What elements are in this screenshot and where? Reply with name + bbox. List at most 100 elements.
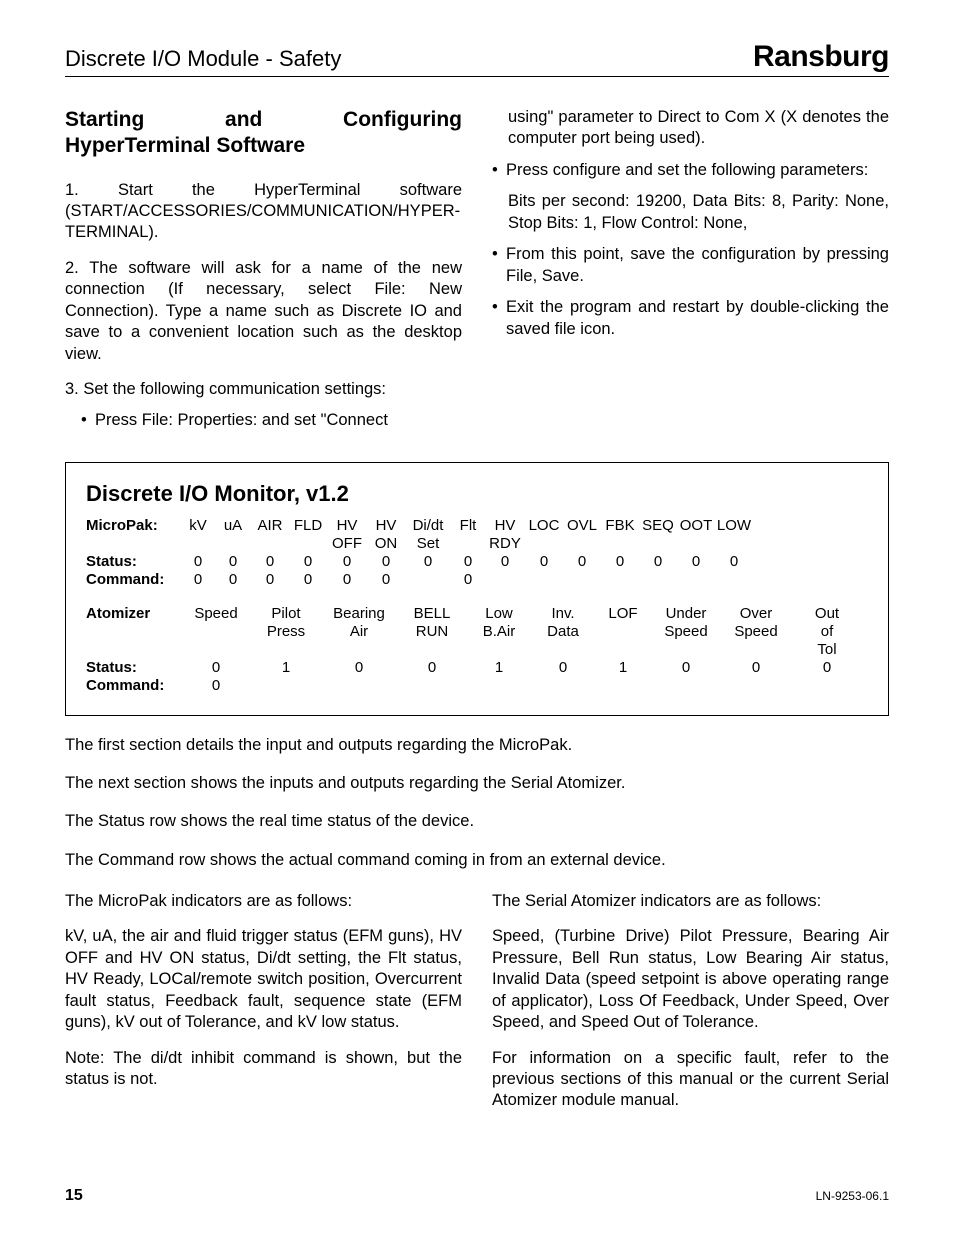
- cell-value: 0: [251, 571, 289, 589]
- section-heading: Starting and Configuring HyperTerminal S…: [65, 107, 462, 160]
- col-header: LOF: [595, 605, 651, 659]
- mp-indicators-list: kV, uA, the air and fluid trigger status…: [65, 926, 462, 1033]
- at-fault-info: For information on a specific fault, ref…: [492, 1048, 889, 1112]
- micropak-command-label: Command:: [86, 571, 181, 589]
- col-header: BearingAir: [321, 605, 397, 659]
- cell-value: 0: [525, 553, 563, 571]
- col-header: LOC: [525, 517, 563, 553]
- col-header: AIR: [251, 517, 289, 553]
- col-header: LOW: [715, 517, 753, 553]
- step-3: 3. Set the following communication setti…: [65, 379, 462, 400]
- cell-value: 0: [181, 571, 215, 589]
- bullet-text: Press configure and set the following pa…: [506, 160, 889, 181]
- cell-value: 1: [467, 659, 531, 677]
- cell-value: 0: [289, 553, 327, 571]
- bullet-press-configure: • Press configure and set the following …: [492, 160, 889, 181]
- document-id: LN-9253-06.1: [816, 1189, 889, 1203]
- cell-value: [715, 571, 753, 589]
- col-header: LowB.Air: [467, 605, 531, 659]
- cell-value: 0: [181, 677, 251, 695]
- bullet-icon: •: [81, 410, 95, 431]
- cell-value: 0: [367, 571, 405, 589]
- cell-value: 0: [715, 553, 753, 571]
- bottom-right-column: The Serial Atomizer indicators are as fo…: [492, 891, 889, 1126]
- desc-p3: The Status row shows the real time statu…: [65, 810, 889, 832]
- col-header: OVL: [563, 517, 601, 553]
- cell-value: 0: [181, 553, 215, 571]
- cell-value: [677, 571, 715, 589]
- micropak-status-label: Status:: [86, 553, 181, 571]
- at-indicators-list: Speed, (Turbine Drive) Pilot Pressure, B…: [492, 926, 889, 1033]
- col-header: OverSpeed: [721, 605, 791, 659]
- cell-value: 0: [251, 553, 289, 571]
- cell-value: [321, 677, 397, 695]
- cell-value: [721, 677, 791, 695]
- cell-value: [791, 677, 863, 695]
- atomizer-label: Atomizer: [86, 605, 181, 659]
- col-header: kV: [181, 517, 215, 553]
- params-text: Bits per second: 19200, Data Bits: 8, Pa…: [508, 191, 889, 234]
- bullet-text: From this point, save the configuration …: [506, 244, 889, 287]
- cell-value: 0: [405, 553, 451, 571]
- left-column: Starting and Configuring HyperTerminal S…: [65, 107, 462, 442]
- page-footer: 15 LN-9253-06.1: [65, 1187, 889, 1205]
- cell-value: [531, 677, 595, 695]
- col-header: SEQ: [639, 517, 677, 553]
- bullet-exit-restart: • Exit the program and restart by double…: [492, 297, 889, 340]
- brand-logo: Ransburg: [753, 40, 889, 74]
- bullet-file-properties: • Press File: Properties: and set "Conne…: [81, 410, 462, 431]
- cell-value: 0: [531, 659, 595, 677]
- bullet-icon: •: [492, 160, 506, 181]
- col-header: Speed: [181, 605, 251, 659]
- atomizer-command-label: Command:: [86, 677, 181, 695]
- cell-value: 0: [639, 553, 677, 571]
- cell-value: 0: [677, 553, 715, 571]
- cell-value: 0: [327, 553, 367, 571]
- cell-value: [525, 571, 563, 589]
- bullet-save-config: • From this point, save the configuratio…: [492, 244, 889, 287]
- desc-p4: The Command row shows the actual command…: [65, 849, 889, 871]
- step-2: 2. The software will ask for a name of t…: [65, 258, 462, 365]
- cell-value: 0: [451, 553, 485, 571]
- micropak-table: MicroPak: kVuAAIRFLDHVOFFHVONDi/dtSetFlt…: [86, 517, 868, 589]
- cell-value: 0: [289, 571, 327, 589]
- bullet-icon: •: [492, 244, 506, 287]
- step-1: 1. Start the HyperTerminal software (STA…: [65, 180, 462, 244]
- cell-value: 0: [215, 553, 251, 571]
- cell-value: 0: [721, 659, 791, 677]
- col-header: OOT: [677, 517, 715, 553]
- col-header: OutofTol: [791, 605, 863, 659]
- cell-value: [651, 677, 721, 695]
- at-indicators-intro: The Serial Atomizer indicators are as fo…: [492, 891, 889, 912]
- mp-note: Note: The di/dt inhibit command is shown…: [65, 1048, 462, 1091]
- col-header: HVOFF: [327, 517, 367, 553]
- col-header: HVON: [367, 517, 405, 553]
- atomizer-status-label: Status:: [86, 659, 181, 677]
- page-number: 15: [65, 1187, 83, 1205]
- desc-p1: The first section details the input and …: [65, 734, 889, 756]
- cell-value: [251, 677, 321, 695]
- continuation-text: using" parameter to Direct to Com X (X d…: [508, 107, 889, 150]
- cell-value: 0: [215, 571, 251, 589]
- cell-value: 0: [485, 553, 525, 571]
- col-header: HVRDY: [485, 517, 525, 553]
- right-column: using" parameter to Direct to Com X (X d…: [492, 107, 889, 442]
- col-header: Flt: [451, 517, 485, 553]
- cell-value: 0: [321, 659, 397, 677]
- page-header: Discrete I/O Module - Safety Ransburg: [65, 40, 889, 77]
- cell-value: [563, 571, 601, 589]
- monitor-panel: Discrete I/O Monitor, v1.2 MicroPak: kVu…: [65, 462, 889, 716]
- cell-value: 0: [397, 659, 467, 677]
- col-header: uA: [215, 517, 251, 553]
- micropak-label: MicroPak:: [86, 517, 181, 553]
- col-header: FLD: [289, 517, 327, 553]
- bullet-text: Exit the program and restart by double-c…: [506, 297, 889, 340]
- monitor-title: Discrete I/O Monitor, v1.2: [86, 481, 868, 507]
- cell-value: 0: [601, 553, 639, 571]
- col-header: BELLRUN: [397, 605, 467, 659]
- cell-value: 0: [367, 553, 405, 571]
- col-header: PilotPress: [251, 605, 321, 659]
- cell-value: 0: [181, 659, 251, 677]
- cell-value: 0: [791, 659, 863, 677]
- desc-p2: The next section shows the inputs and ou…: [65, 772, 889, 794]
